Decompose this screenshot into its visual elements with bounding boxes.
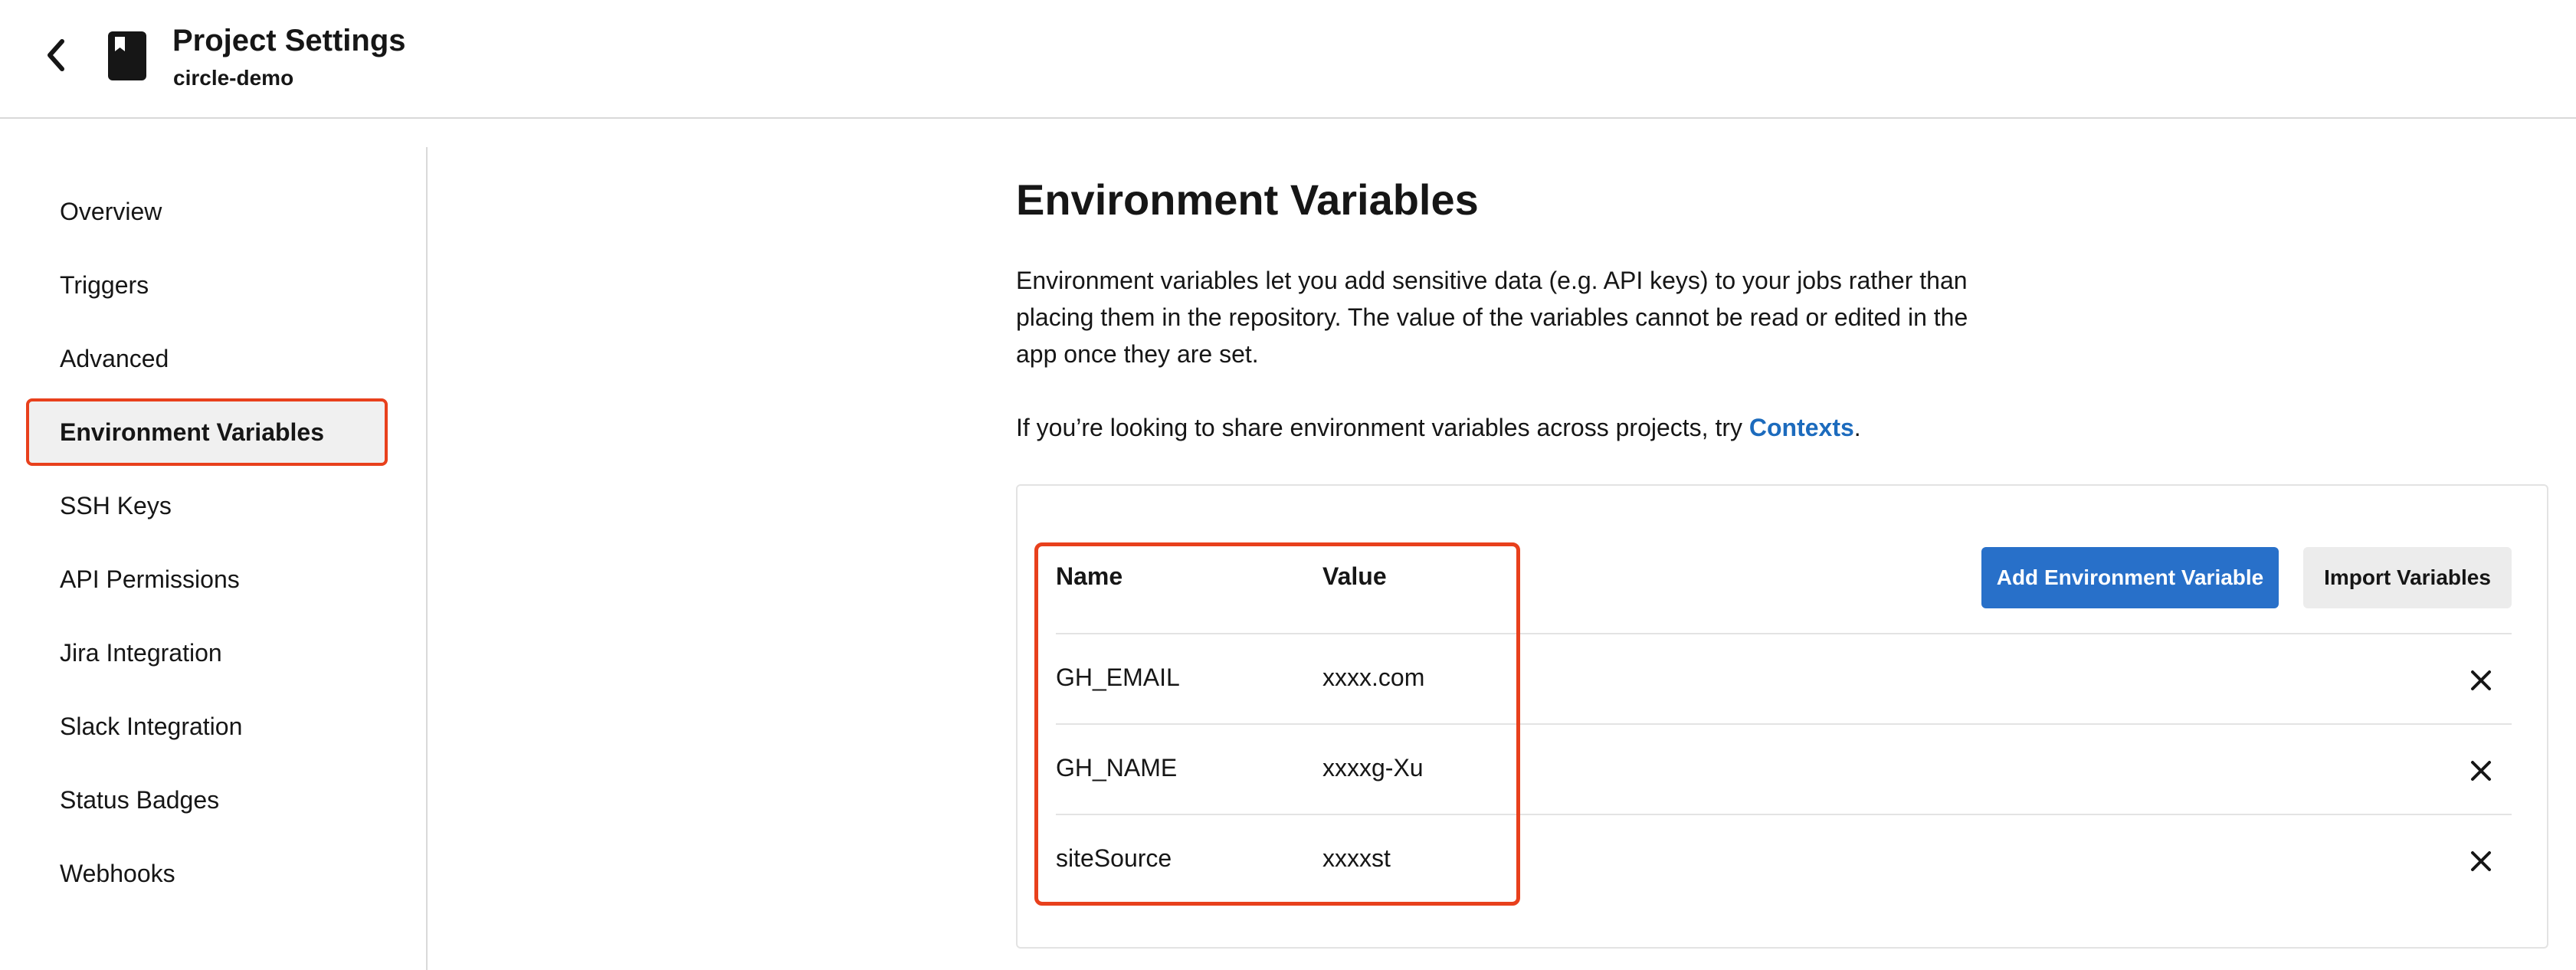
delete-variable-button[interactable] — [2463, 843, 2499, 880]
sidebar-item-slack-integration[interactable]: Slack Integration — [26, 693, 388, 760]
close-icon — [2471, 670, 2491, 690]
sidebar-item-advanced[interactable]: Advanced — [26, 325, 388, 392]
variable-value: xxxxst — [1322, 844, 1391, 872]
section-heading: Environment Variables — [1016, 175, 1479, 224]
contexts-hint-text: If you’re looking to share environment v… — [1016, 414, 1749, 441]
bookmark-book-icon — [108, 31, 146, 80]
row-divider — [1056, 633, 2512, 634]
column-header-value: Value — [1322, 562, 1387, 590]
sidebar-item-jira-integration[interactable]: Jira Integration — [26, 619, 388, 687]
contexts-link[interactable]: Contexts — [1749, 414, 1854, 441]
sidebar-item-api-permissions[interactable]: API Permissions — [26, 546, 388, 613]
project-name: circle-demo — [173, 66, 294, 90]
delete-variable-button[interactable] — [2463, 752, 2499, 789]
row-divider — [1056, 723, 2512, 725]
contexts-hint-period: . — [1853, 414, 1861, 441]
sidebar: Overview Triggers Advanced Environment V… — [0, 147, 428, 970]
section-description: Environment variables let you add sensit… — [1016, 267, 1968, 368]
chevron-left-icon — [48, 39, 64, 71]
add-environment-variable-button[interactable]: Add Environment Variable — [1981, 547, 2279, 608]
sidebar-item-triggers[interactable]: Triggers — [26, 251, 388, 319]
variable-name: GH_EMAIL — [1056, 664, 1180, 691]
variable-name: GH_NAME — [1056, 754, 1178, 782]
sidebar-item-ssh-keys[interactable]: SSH Keys — [26, 472, 388, 539]
variable-value: xxxxg-Xu — [1322, 754, 1424, 782]
sidebar-item-webhooks[interactable]: Webhooks — [26, 840, 388, 907]
top-bar: Project Settings circle-demo — [0, 0, 2576, 119]
close-icon — [2471, 851, 2491, 871]
close-icon — [2471, 761, 2491, 781]
row-divider — [1056, 814, 2512, 815]
back-button[interactable] — [34, 34, 77, 77]
env-vars-card: Name Value Add Environment Variable Impo… — [1016, 484, 2548, 949]
import-variables-button[interactable]: Import Variables — [2303, 547, 2512, 608]
page-title: Project Settings — [172, 24, 406, 57]
sidebar-item-status-badges[interactable]: Status Badges — [26, 766, 388, 834]
delete-variable-button[interactable] — [2463, 662, 2499, 699]
sidebar-item-environment-variables[interactable]: Environment Variables — [26, 398, 388, 466]
sidebar-item-overview[interactable]: Overview — [26, 178, 388, 245]
variable-name: siteSource — [1056, 844, 1172, 872]
contexts-hint: If you’re looking to share environment v… — [1016, 409, 1861, 446]
column-header-name: Name — [1056, 562, 1123, 590]
variable-value: xxxx.com — [1322, 664, 1425, 691]
